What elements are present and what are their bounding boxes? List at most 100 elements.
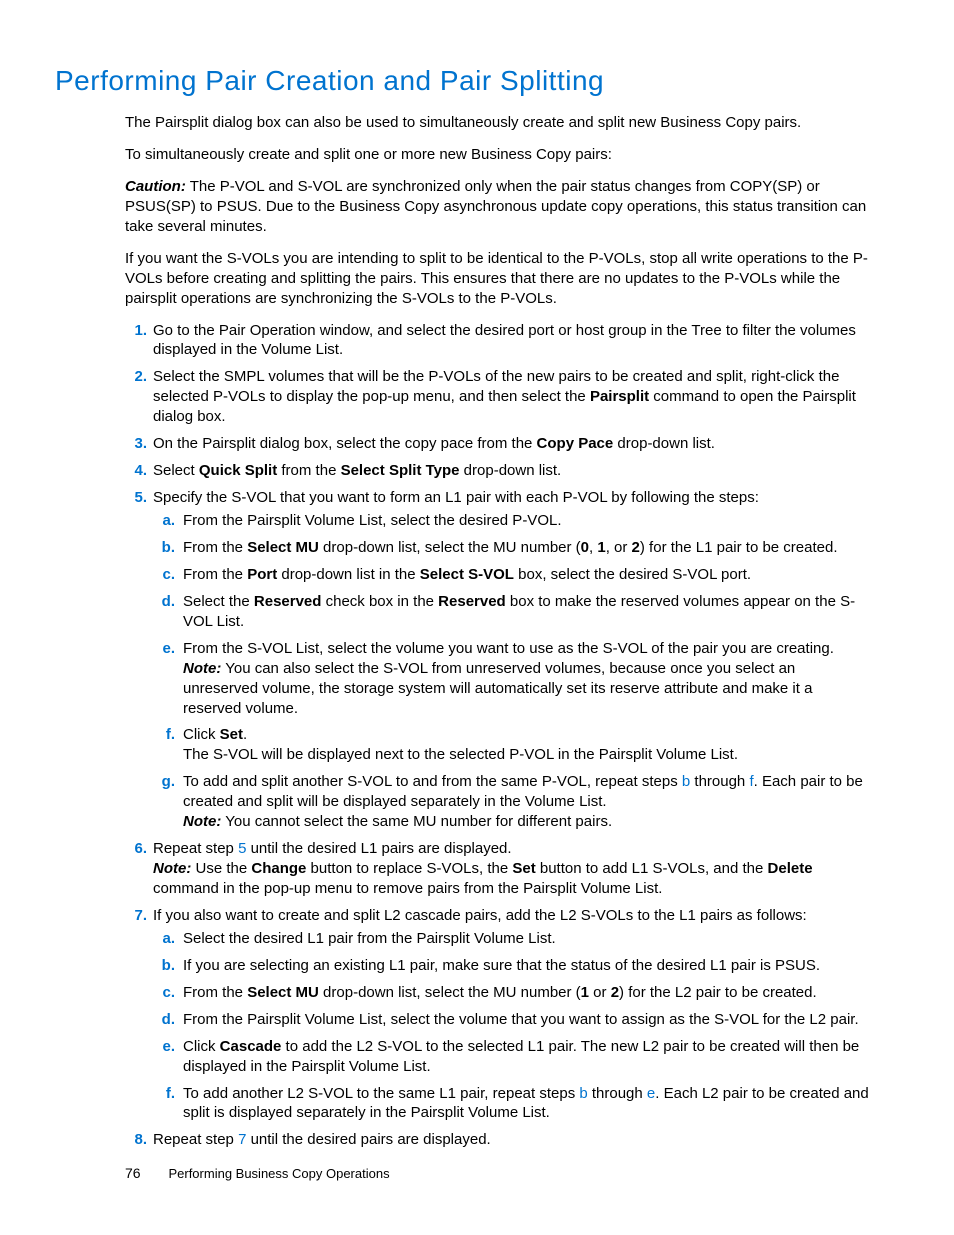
sub-text: To add another L2 S-VOL to the same L1 p… (183, 1085, 869, 1122)
caution-block: Caution: The P-VOL and S-VOL are synchro… (125, 177, 874, 237)
sub-marker: a. (153, 929, 175, 949)
step-8: 8. Repeat step 7 until the desired pairs… (125, 1130, 874, 1150)
step-6: 6. Repeat step 5 until the desired L1 pa… (125, 839, 874, 899)
step-marker: 7. (125, 906, 147, 926)
bold-delete: Delete (768, 860, 813, 877)
sub-text: Click Set. (183, 726, 247, 743)
step-text: If you also want to create and split L2 … (153, 907, 807, 924)
sub-marker: e. (153, 1037, 175, 1057)
step-text: Repeat step 5 until the desired L1 pairs… (153, 840, 512, 857)
step-marker: 3. (125, 434, 147, 454)
step-5b: b. From the Select MU drop-down list, se… (153, 538, 874, 558)
bold-cascade: Cascade (220, 1038, 282, 1055)
text: check box in the (321, 593, 438, 610)
step-7: 7. If you also want to create and split … (125, 906, 874, 1123)
text: button to add L1 S-VOLs, and the (536, 860, 768, 877)
bold-reserved1: Reserved (254, 593, 322, 610)
document-page: Performing Pair Creation and Pair Splitt… (0, 0, 954, 1235)
step-7a: a. Select the desired L1 pair from the P… (153, 929, 874, 949)
text: until the desired pairs are displayed. (246, 1131, 490, 1148)
page-title: Performing Pair Creation and Pair Splitt… (55, 65, 874, 97)
intro-para-3: If you want the S-VOLs you are intending… (125, 249, 874, 309)
step-marker: 6. (125, 839, 147, 859)
text: From the (183, 566, 247, 583)
sub-text: From the Select MU drop-down list, selec… (183, 984, 817, 1001)
bold-set: Set (220, 726, 243, 743)
bold-change: Change (251, 860, 306, 877)
step-2: 2. Select the SMPL volumes that will be … (125, 367, 874, 427)
step-marker: 2. (125, 367, 147, 387)
step-7d: d. From the Pairsplit Volume List, selec… (153, 1010, 874, 1030)
bold-selectmu: Select MU (247, 984, 319, 1001)
sub-text: From the Pairsplit Volume List, select t… (183, 1011, 859, 1028)
sub-text: From the S-VOL List, select the volume y… (183, 640, 834, 657)
sub-text: Select the desired L1 pair from the Pair… (183, 930, 556, 947)
note-label: Note: (183, 660, 221, 677)
bold-copypace: Copy Pace (537, 435, 614, 452)
step-marker: 4. (125, 461, 147, 481)
step-marker: 1. (125, 321, 147, 341)
step-7b: b. If you are selecting an existing L1 p… (153, 956, 874, 976)
bold-splittype: Select Split Type (341, 462, 460, 479)
text: until the desired L1 pairs are displayed… (246, 840, 511, 857)
step-text: On the Pairsplit dialog box, select the … (153, 435, 715, 452)
step-text: Select the SMPL volumes that will be the… (153, 368, 856, 425)
text: command in the pop-up menu to remove pai… (153, 880, 662, 897)
sub-marker: d. (153, 592, 175, 612)
text: from the (277, 462, 340, 479)
xref-b[interactable]: b (579, 1085, 587, 1102)
xref-b[interactable]: b (682, 773, 690, 790)
text: Select the (183, 593, 254, 610)
bold-set: Set (512, 860, 535, 877)
text: button to replace S-VOLs, the (306, 860, 512, 877)
step-marker: 8. (125, 1130, 147, 1150)
step-text: Repeat step 7 until the desired pairs ar… (153, 1131, 491, 1148)
text: box, select the desired S-VOL port. (514, 566, 751, 583)
caution-body: The P-VOL and S-VOL are synchronized onl… (125, 178, 866, 235)
bold-port: Port (247, 566, 277, 583)
sub-text-2: The S-VOL will be displayed next to the … (183, 746, 738, 763)
text: From the (183, 984, 247, 1001)
xref-e[interactable]: e (647, 1085, 655, 1102)
text: drop-down list in the (277, 566, 420, 583)
text: Click (183, 726, 220, 743)
page-footer: 76 Performing Business Copy Operations (125, 1165, 390, 1181)
bold-reserved2: Reserved (438, 593, 506, 610)
sub-text: From the Pairsplit Volume List, select t… (183, 512, 562, 529)
text: . (243, 726, 247, 743)
step-5: 5. Specify the S-VOL that you want to fo… (125, 488, 874, 832)
step-5c: c. From the Port drop-down list in the S… (153, 565, 874, 585)
bold-quicksplit: Quick Split (199, 462, 277, 479)
step-7c: c. From the Select MU drop-down list, se… (153, 983, 874, 1003)
body-content: The Pairsplit dialog box can also be use… (125, 113, 874, 1150)
step-4: 4. Select Quick Split from the Select Sp… (125, 461, 874, 481)
text: Repeat step (153, 1131, 238, 1148)
step-7e: e. Click Cascade to add the L2 S-VOL to … (153, 1037, 874, 1077)
bold-pairsplit: Pairsplit (590, 388, 649, 405)
step-5f: f. Click Set. The S-VOL will be displaye… (153, 725, 874, 765)
text: through (588, 1085, 647, 1102)
sub-marker: g. (153, 772, 175, 792)
caution-label: Caution: (125, 178, 186, 195)
bold-1: 1 (581, 984, 589, 1001)
text: ) for the L2 pair to be created. (619, 984, 817, 1001)
bold-2: 2 (611, 984, 619, 1001)
text: From the (183, 539, 247, 556)
text: Repeat step (153, 840, 238, 857)
text: or (589, 984, 611, 1001)
step7-sublist: a. Select the desired L1 pair from the P… (153, 929, 874, 1124)
step5-sublist: a. From the Pairsplit Volume List, selec… (153, 511, 874, 832)
note-label: Note: (153, 860, 191, 877)
step-5e: e. From the S-VOL List, select the volum… (153, 639, 874, 719)
text: , or (606, 539, 632, 556)
sub-marker: f. (153, 1084, 175, 1104)
step-3: 3. On the Pairsplit dialog box, select t… (125, 434, 874, 454)
note-text: You cannot select the same MU number for… (225, 813, 612, 830)
sub-text: To add and split another S-VOL to and fr… (183, 773, 863, 810)
text: ) for the L1 pair to be created. (640, 539, 838, 556)
sub-marker: f. (153, 725, 175, 745)
text: drop-down list, select the MU number ( (319, 539, 581, 556)
sub-text: From the Port drop-down list in the Sele… (183, 566, 751, 583)
sub-marker: c. (153, 983, 175, 1003)
text: Select (153, 462, 199, 479)
